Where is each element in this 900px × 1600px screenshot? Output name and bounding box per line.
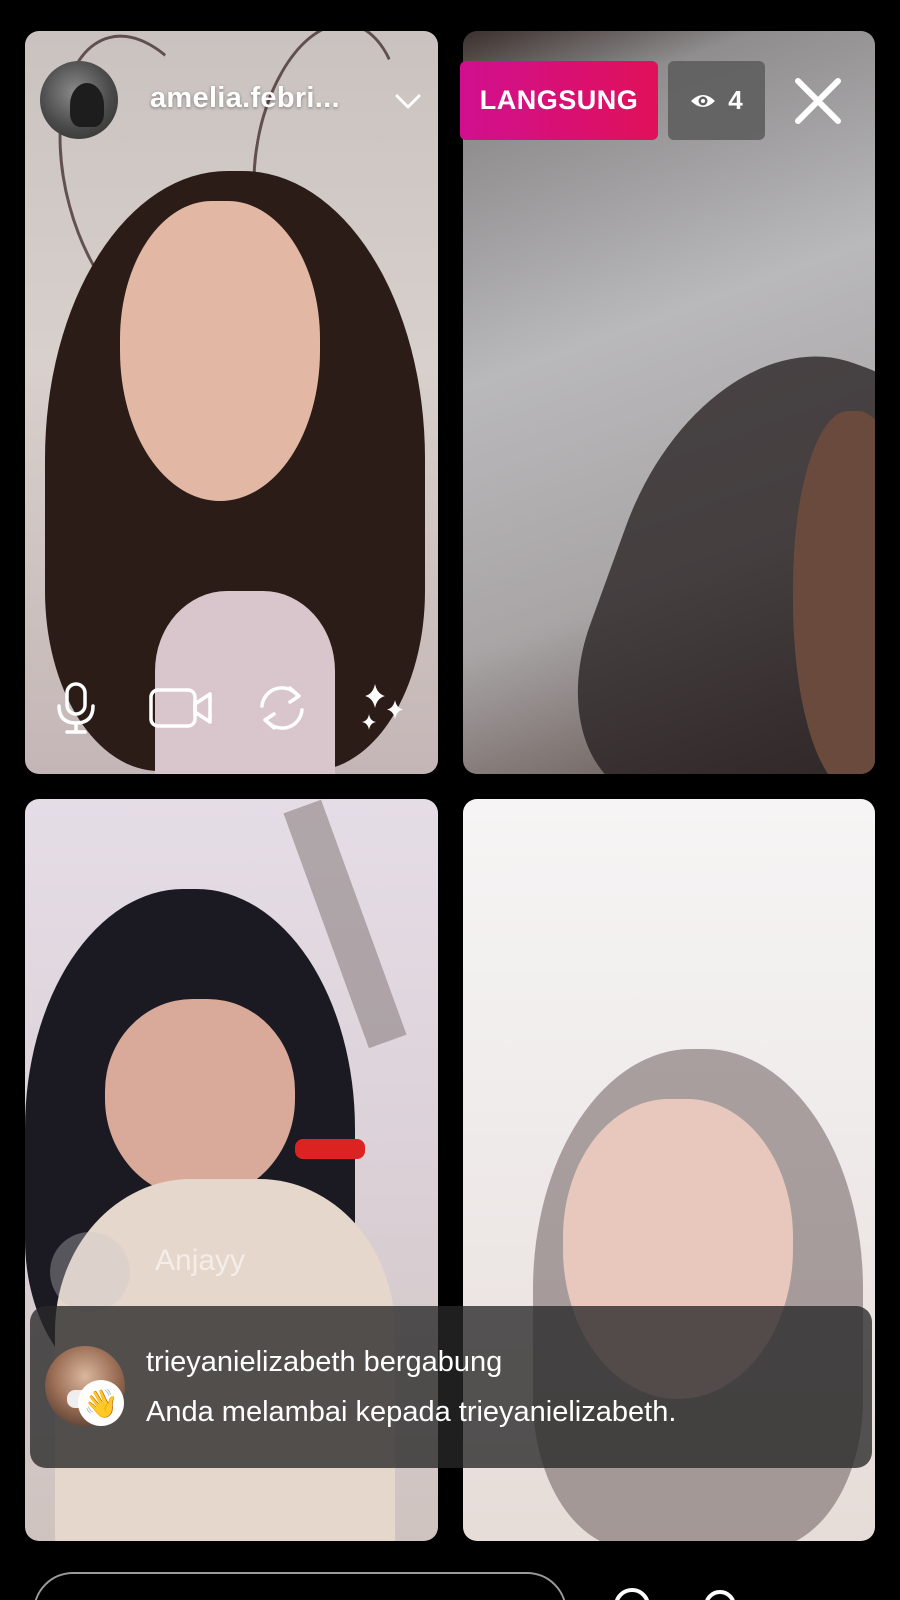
question-icon[interactable] — [612, 1586, 652, 1600]
live-label: LANGSUNG — [479, 85, 639, 115]
video-camera-icon[interactable] — [148, 680, 214, 736]
bracelet — [295, 1139, 365, 1159]
chevron-down-icon[interactable] — [393, 86, 423, 116]
comment-input[interactable] — [33, 1572, 567, 1600]
guest-video-tile-1[interactable] — [463, 31, 875, 774]
close-icon[interactable] — [790, 73, 846, 129]
live-badge: LANGSUNG — [460, 61, 658, 140]
flip-camera-icon[interactable] — [254, 680, 310, 736]
guest-face — [105, 999, 295, 1199]
host-face — [120, 201, 320, 501]
guest-avatar — [50, 1232, 130, 1312]
eye-icon — [691, 94, 716, 107]
host-username[interactable]: amelia.febri... — [150, 82, 340, 115]
host-video-tile[interactable] — [25, 31, 438, 774]
wave-message: Anda melambai kepada trieyanielizabeth. — [146, 1396, 677, 1428]
host-avatar[interactable] — [40, 61, 118, 139]
share-icon[interactable] — [700, 1586, 740, 1600]
activity-toast: 👋 trieyanielizabeth bergabung Anda melam… — [30, 1306, 872, 1468]
sparkles-icon[interactable] — [355, 680, 411, 736]
more-icon[interactable] — [795, 1586, 835, 1600]
viewer-count: 4 — [728, 85, 743, 115]
live-video-screen: amelia.febri... LANGSUNG 4 Anjayy 👋 trie… — [0, 0, 900, 1600]
waving-hand-icon: 👋 — [78, 1380, 124, 1426]
microphone-icon[interactable] — [48, 680, 104, 736]
join-message: trieyanielizabeth bergabung — [146, 1346, 503, 1378]
guest-name: Anjayy — [155, 1244, 246, 1277]
viewer-count-button[interactable]: 4 — [668, 61, 765, 140]
